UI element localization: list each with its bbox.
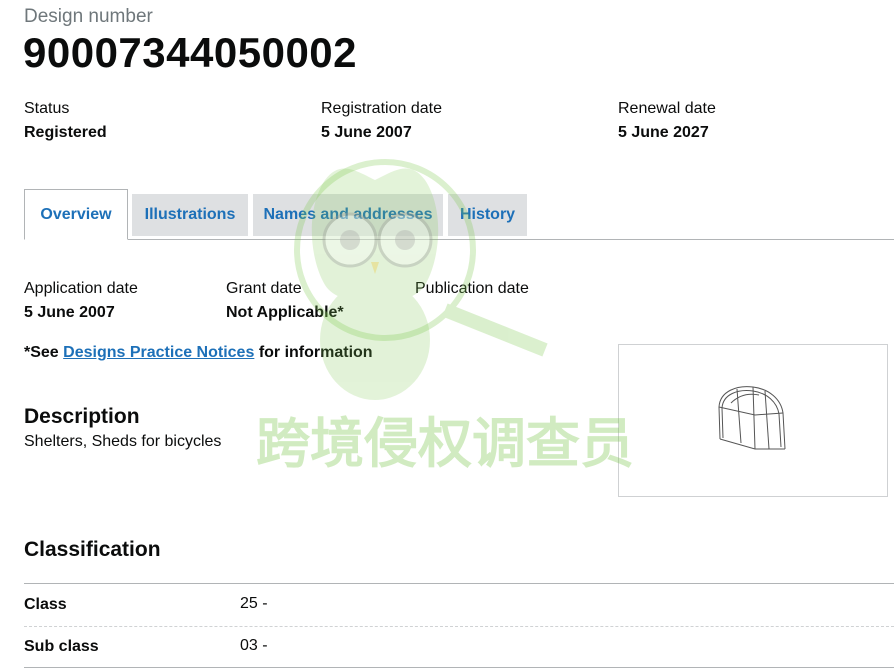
status-label: Status [24,100,70,117]
classification-heading: Classification [24,538,161,561]
renewal-date-value: 5 June 2027 [618,124,709,141]
class-label: Class [24,596,67,613]
classification-row-divider [24,626,894,627]
status-value: Registered [24,124,107,141]
tab-illustrations[interactable]: Illustrations [132,194,248,236]
tab-overview[interactable]: Overview [24,189,128,240]
grant-date-label: Grant date [226,280,302,297]
design-number-caption: Design number [24,6,153,27]
designs-practice-notices-link[interactable]: Designs Practice Notices [63,344,254,361]
publication-date-label: Publication date [415,280,529,297]
note-prefix: *See [24,344,59,361]
application-date-label: Application date [24,280,138,297]
grant-date-value: Not Applicable* [226,304,344,321]
application-date-value: 5 June 2007 [24,304,115,321]
classification-top-divider [24,583,894,584]
design-number: 90007344050002 [23,29,358,76]
bicycle-shelter-sketch [718,386,786,450]
design-image-thumbnail[interactable] [618,344,888,497]
registration-date-label: Registration date [321,100,442,117]
tab-history[interactable]: History [448,194,527,236]
tab-names-and-addresses[interactable]: Names and addresses [253,194,443,236]
renewal-date-label: Renewal date [618,100,716,117]
classification-bottom-divider [24,667,894,668]
description-heading: Description [24,405,140,428]
sub-class-label: Sub class [24,638,99,655]
tab-bar-divider [24,239,894,240]
class-value: 25 - [240,595,268,612]
note-suffix: for information [258,344,373,361]
sub-class-value: 03 - [240,637,268,654]
practice-notices-note: *See Designs Practice Notices for inform… [24,344,373,362]
description-text: Shelters, Sheds for bicycles [24,433,222,450]
registration-date-value: 5 June 2007 [321,124,412,141]
watermark-text: 跨境侵权调查员 [256,412,634,475]
